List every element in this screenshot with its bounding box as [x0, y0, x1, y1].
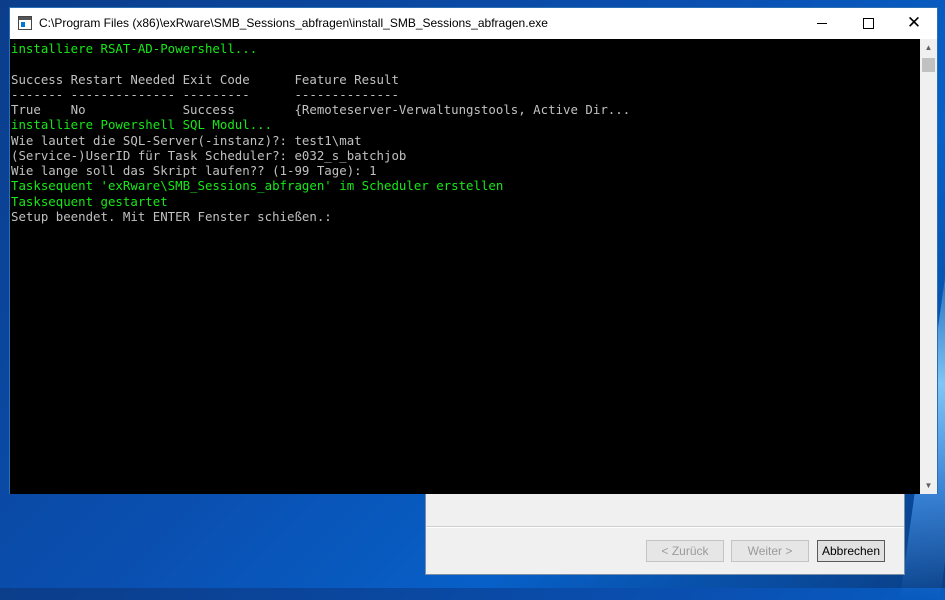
console-line: Tasksequent gestartet	[11, 193, 168, 209]
scroll-up-icon[interactable]: ▲	[920, 39, 937, 56]
console-line: installiere RSAT-AD-Powershell...	[11, 41, 258, 56]
back-button[interactable]: < Zurück	[646, 540, 724, 562]
window-title: C:\Program Files (x86)\exRware\SMB_Sessi…	[39, 16, 548, 30]
console-line: (Service-)UserID für Task Scheduler?: e0…	[11, 147, 407, 163]
close-icon: ✕	[906, 13, 922, 33]
console-window: C:\Program Files (x86)\exRware\SMB_Sessi…	[9, 7, 938, 494]
vertical-scrollbar[interactable]: ▲ ▼	[920, 39, 937, 494]
console-line: ------- -------------- --------- -------…	[11, 86, 399, 102]
console-line: installiere Powershell SQL Modul...	[11, 117, 273, 133]
console-line: Wie lautet die SQL-Server(-instanz)?: te…	[11, 132, 362, 148]
console-line: Setup beendet. Mit ENTER Fenster schieße…	[11, 208, 332, 224]
next-button[interactable]: Weiter >	[731, 540, 809, 562]
scroll-down-icon[interactable]: ▼	[920, 477, 937, 494]
console-output[interactable]: installiere RSAT-AD-Powershell... Success…	[10, 39, 921, 494]
installer-separator	[426, 526, 904, 528]
console-line: Success Restart Needed Exit Code Feature…	[11, 71, 399, 87]
installer-dialog: < Zurück Weiter > Abbrechen	[425, 494, 905, 575]
console-app-icon	[18, 16, 32, 30]
maximize-button[interactable]	[845, 8, 891, 39]
close-button[interactable]: ✕	[891, 8, 937, 39]
cancel-button[interactable]: Abbrechen	[817, 540, 885, 562]
minimize-button[interactable]	[799, 8, 845, 39]
console-text: installiere RSAT-AD-Powershell... Success…	[10, 39, 921, 224]
title-bar[interactable]: C:\Program Files (x86)\exRware\SMB_Sessi…	[10, 8, 937, 39]
scroll-thumb[interactable]	[922, 58, 935, 72]
maximize-icon	[862, 18, 874, 29]
console-line: True No Success {Remoteserver-Verwaltung…	[11, 102, 631, 117]
console-line: Wie lange soll das Skript laufen?? (1-99…	[11, 163, 377, 178]
minimize-icon	[817, 23, 827, 24]
console-line: Tasksequent 'exRware\SMB_Sessions_abfrag…	[11, 178, 504, 194]
